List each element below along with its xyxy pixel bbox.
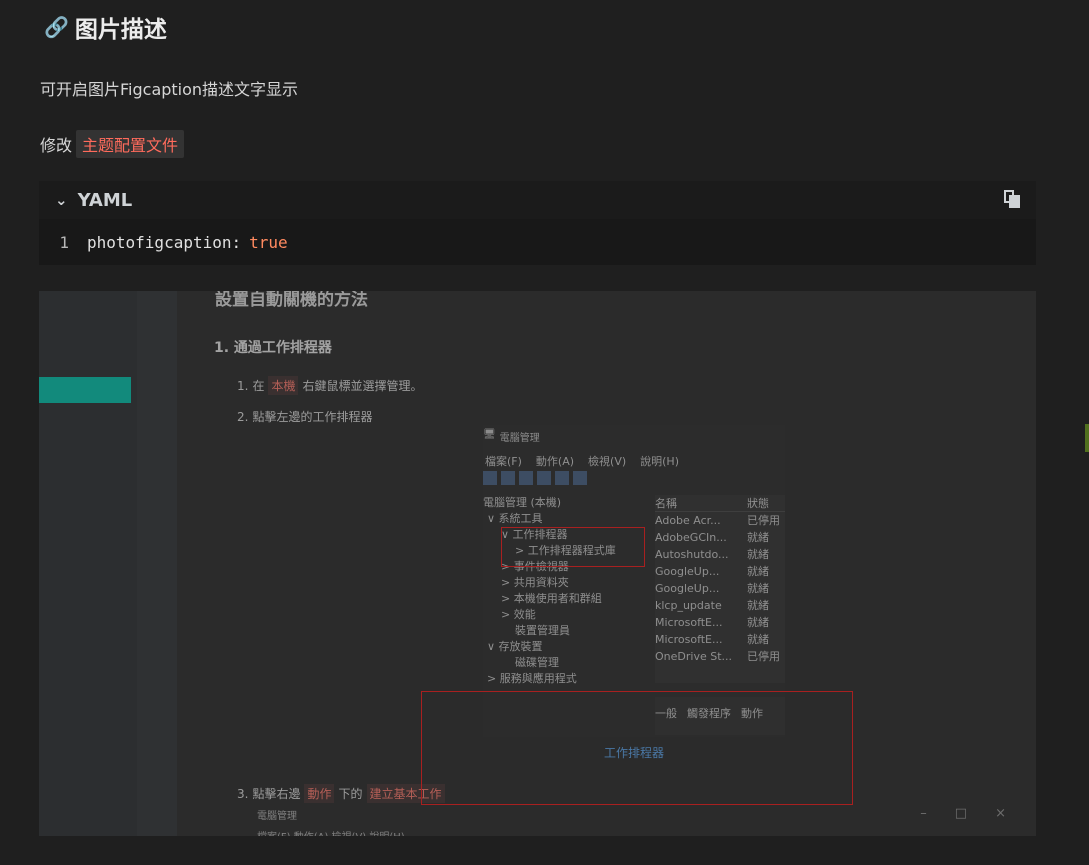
link-icon[interactable]: 🔗 [44, 15, 69, 39]
step-2: 2. 點擊左邊的工作排程器 [237, 409, 373, 425]
tutorial-screenshot-image: 設置自動關機的方法 1. 通過工作排程器 1. 在 本機 右鍵鼠標並選擇管理。 … [39, 291, 1036, 836]
view-icon [537, 471, 551, 485]
tree-view: 電腦管理 (本機) ∨ 系統工具 ∨ 工作排程器 > 工作排程器程式庫 > 事件… [483, 495, 645, 695]
step-3: 3. 點擊右邊 動作 下的 建立基本工作 [237, 784, 445, 803]
task-row: MicrosoftE... 就緒 [655, 616, 769, 629]
code-key: photofigcaption: [87, 232, 242, 252]
code-line: 1 photofigcaption: true [39, 219, 1036, 265]
window-controls: – □ × [920, 806, 1006, 821]
window-toolbar [483, 471, 587, 485]
section-heading: 🔗 图片描述 [44, 10, 167, 44]
code-value: true [249, 232, 288, 252]
folder-icon [519, 471, 533, 485]
screenshot-title: 設置自動關機的方法 [215, 291, 368, 310]
forward-icon [501, 471, 515, 485]
maximize-icon[interactable]: □ [955, 806, 967, 821]
task-row: MicrosoftE... 就緒 [655, 633, 769, 646]
help-icon [555, 471, 569, 485]
task-row: GoogleUp... 就緒 [655, 565, 769, 578]
menu-item: 動作(A) [535, 455, 575, 468]
task-row: AdobeGCIn... 就緒 [655, 531, 769, 544]
close-icon[interactable]: × [995, 806, 1006, 821]
heading-text: 图片描述 [74, 17, 167, 43]
computer-icon: 🖥 [483, 429, 496, 440]
tree-item: 電腦管理 (本機) [483, 496, 562, 509]
highlight-box [501, 527, 645, 567]
code-block-header: ⌄ YAML [39, 181, 1036, 219]
step-1: 1. 在 本機 右鍵鼠標並選擇管理。 [237, 376, 423, 395]
tree-item: > 共用資料夾 [501, 576, 569, 589]
screenshot-left-pane [39, 291, 137, 836]
task-list: 名稱 狀態 Adobe Acr... 已停用 AdobeGCIn... 就緒 Aut… [655, 495, 785, 683]
modify-prefix: 修改 [40, 136, 73, 155]
second-window-title: 電腦管理 [257, 811, 297, 822]
tree-item: ∨ 存放裝置 [487, 640, 543, 653]
window-menu: 檔案(F) 動作(A) 檢視(V) 說明(H) [485, 453, 679, 469]
screenshot-active-item [39, 377, 131, 403]
scroll-indicator [1085, 424, 1089, 452]
task-row: OneDrive St... 已停用 [655, 650, 780, 663]
screenshot-gutter [137, 291, 177, 836]
second-window-menu: 檔案(F) 動作(A) 檢視(V) 說明(H) [257, 828, 405, 836]
task-row: Autoshutdo... 就緒 [655, 548, 769, 561]
window-title: 🖥 電腦管理 [483, 429, 540, 444]
modify-paragraph: 修改 主题配置文件 [40, 130, 185, 158]
config-file-code: 主题配置文件 [76, 130, 185, 158]
task-list-header: 名稱 狀態 [655, 495, 785, 512]
caption-highlight-box [421, 691, 853, 805]
copy-icon[interactable] [1004, 190, 1020, 208]
code-block: ⌄ YAML 1 photofigcaption: true [39, 181, 1036, 265]
menu-item: 檢視(V) [588, 455, 627, 468]
task-row: Adobe Acr... 已停用 [655, 514, 780, 527]
tree-item: 磁碟管理 [515, 656, 559, 669]
tree-item: > 服務與應用程式 [487, 672, 577, 685]
line-number: 1 [59, 232, 69, 252]
tree-item: > 本機使用者和群組 [501, 592, 602, 605]
tree-item: 裝置管理員 [515, 624, 570, 637]
description-paragraph: 可开启图片Figcaption描述文字显示 [40, 80, 299, 99]
menu-item: 檔案(F) [485, 455, 522, 468]
tree-item: ∨ 系統工具 [487, 512, 543, 525]
minimize-icon[interactable]: – [920, 806, 927, 821]
panel-icon [573, 471, 587, 485]
second-window-preview: 電腦管理 檔案(F) 動作(A) 檢視(V) 說明(H) [257, 807, 405, 836]
screenshot-section: 1. 通過工作排程器 [214, 340, 332, 356]
code-language: YAML [77, 189, 133, 211]
chevron-down-icon[interactable]: ⌄ [55, 191, 68, 209]
menu-item: 說明(H) [640, 455, 679, 468]
task-row: GoogleUp... 就緒 [655, 582, 769, 595]
back-icon [483, 471, 497, 485]
tree-item: > 效能 [501, 608, 536, 621]
task-row: klcp_update 就緒 [655, 599, 769, 612]
